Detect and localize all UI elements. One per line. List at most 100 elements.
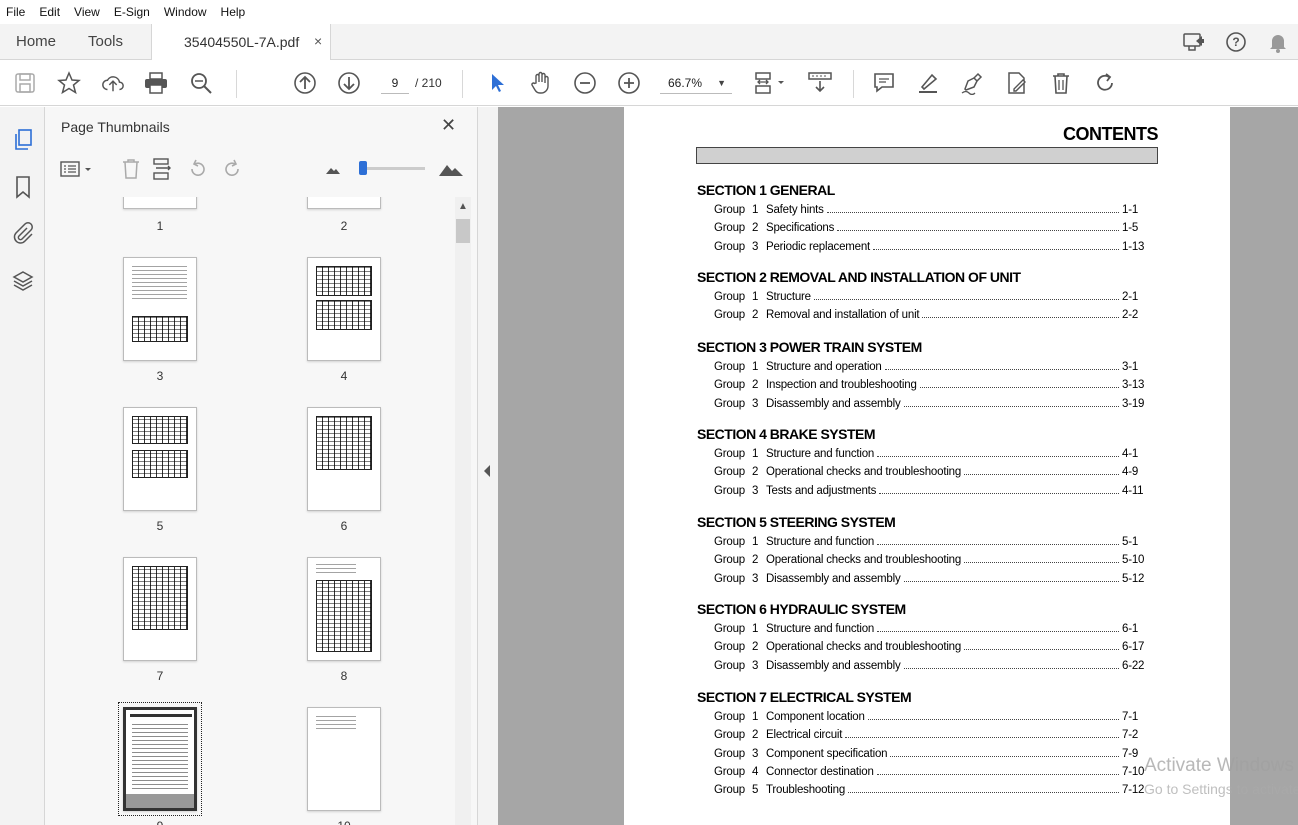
toc-entry[interactable]: Group 2 Specifications 1-5	[714, 222, 1148, 237]
thumbnail-size-slider-track[interactable]	[361, 167, 425, 170]
zoom-in-icon[interactable]	[617, 71, 641, 95]
toc-entry[interactable]: Group 2 Operational checks and troubleshoo…	[714, 641, 1148, 656]
print-icon[interactable]	[144, 71, 168, 95]
tab-tools[interactable]: Tools	[88, 33, 123, 50]
rotate-redo-icon[interactable]	[1093, 71, 1117, 95]
zoom-search-icon[interactable]	[189, 71, 213, 95]
hand-tool-icon[interactable]	[529, 71, 553, 95]
comment-icon[interactable]	[872, 71, 896, 95]
previous-page-icon[interactable]	[293, 71, 317, 95]
zoom-out-icon[interactable]	[573, 71, 597, 95]
zoom-level-select[interactable]: 66.7% ▼	[660, 72, 732, 94]
thumbnail-size-slider-handle[interactable]	[359, 161, 367, 175]
save-icon[interactable]	[13, 71, 37, 95]
thumbnail-page-7[interactable]	[123, 557, 197, 661]
toc-entry[interactable]: Group 4 Connector destination 7-10	[714, 766, 1148, 781]
attachments-paperclip-icon[interactable]	[10, 219, 36, 245]
delete-pages-icon[interactable]	[119, 157, 143, 181]
large-thumbnails-icon[interactable]	[437, 157, 465, 181]
toc-entry[interactable]: Group 3 Disassembly and assembly 6-22	[714, 660, 1148, 675]
page-thumbnails-icon[interactable]	[10, 127, 36, 153]
scroll-mode-icon[interactable]	[807, 71, 833, 95]
toc-entry[interactable]: Group 2 Electrical circuit 7-2	[714, 729, 1148, 744]
sign-pen-icon[interactable]	[960, 71, 984, 95]
activation-watermark-subtitle: Go to Settings to activate	[1144, 781, 1298, 797]
thumbnail-page-3[interactable]	[123, 257, 197, 361]
menu-esign[interactable]: E-Sign	[114, 5, 150, 19]
scrollbar-thumb[interactable]	[456, 219, 470, 243]
toc-entry[interactable]: Group 1 Structure and operation 3-1	[714, 361, 1148, 376]
toc-entry-group-number: 2	[752, 729, 759, 742]
page-fit-icon[interactable]	[752, 71, 788, 95]
toc-entry-group-word: Group	[714, 466, 745, 479]
small-thumbnails-icon[interactable]	[321, 157, 345, 181]
insert-pages-icon[interactable]	[151, 157, 175, 181]
select-cursor-icon[interactable]	[485, 71, 509, 95]
thumbnail-options-icon[interactable]	[59, 157, 95, 181]
thumbnail-label: 8	[340, 669, 348, 683]
notifications-bell-icon[interactable]	[1266, 30, 1290, 54]
toc-entry-page: 5-1	[1122, 536, 1139, 548]
menu-help[interactable]: Help	[221, 5, 246, 19]
toc-entry[interactable]: Group 3 Periodic replacement 1-13	[714, 241, 1148, 256]
thumbnail-page-8[interactable]	[307, 557, 381, 661]
toc-entry[interactable]: Group 1 Structure and function 5-1	[714, 536, 1148, 551]
toc-entry[interactable]: Group 1 Component location 7-1	[714, 711, 1148, 726]
toc-entry[interactable]: Group 1 Structure 2-1	[714, 291, 1148, 306]
thumbnail-page-10[interactable]	[307, 707, 381, 811]
upload-cloud-icon[interactable]	[101, 71, 125, 95]
edit-document-icon[interactable]	[1005, 71, 1029, 95]
toc-entry[interactable]: Group 1 Safety hints 1-1	[714, 204, 1148, 219]
delete-trash-icon[interactable]	[1049, 71, 1073, 95]
toc-entry-group-number: 2	[752, 641, 759, 654]
thumbnail-page-6[interactable]	[307, 407, 381, 511]
thumbnail-page-2[interactable]	[307, 197, 381, 209]
bookmark-star-icon[interactable]	[57, 71, 81, 95]
toc-entry-group-word: Group	[714, 554, 745, 567]
thumbnail-page-4[interactable]	[307, 257, 381, 361]
toc-entry[interactable]: Group 2 Inspection and troubleshooting 3-13	[714, 379, 1148, 394]
section-heading: SECTION 2 REMOVAL AND INSTALLATION OF UN…	[697, 269, 1021, 285]
tab-document[interactable]: 35404550L-7A.pdf ×	[151, 24, 331, 61]
toc-entry[interactable]: Group 3 Component specification 7-9	[714, 748, 1148, 763]
page-number-input[interactable]: 9	[381, 72, 409, 94]
section-heading: SECTION 7 ELECTRICAL SYSTEM	[697, 689, 912, 705]
thumbnails-scrollbar[interactable]: ▲	[455, 197, 471, 825]
rotate-left-icon[interactable]	[186, 157, 210, 181]
panel-splitter[interactable]	[478, 107, 498, 825]
toc-entry-page: 3-13	[1122, 379, 1145, 392]
menu-file[interactable]: File	[6, 5, 25, 19]
toc-entry[interactable]: Group 1 Structure and function 4-1	[714, 448, 1148, 463]
toc-entry-group-word: Group	[714, 484, 745, 497]
highlight-pen-icon[interactable]	[916, 71, 940, 95]
rotate-right-icon[interactable]	[220, 157, 244, 181]
toc-entry-group-number: 1	[752, 291, 759, 303]
tab-home[interactable]: Home	[16, 33, 56, 50]
toc-entry[interactable]: Group 3 Disassembly and assembly 5-12	[714, 573, 1148, 588]
layers-icon[interactable]	[10, 268, 36, 294]
thumbnail-page-1[interactable]	[123, 197, 197, 209]
thumbnail-page-9-selected[interactable]	[118, 702, 202, 816]
document-view[interactable]: CONTENTS SECTION 1 GENERAL Group 1 Safety h…	[498, 107, 1298, 825]
toc-entry-page: 4-1	[1122, 448, 1139, 460]
toc-entry[interactable]: Group 5 Troubleshooting 7-12	[714, 784, 1148, 799]
close-panel-icon[interactable]: ✕	[441, 115, 456, 136]
next-page-icon[interactable]	[337, 71, 361, 95]
close-tab-icon[interactable]: ×	[314, 33, 322, 49]
menu-view[interactable]: View	[74, 5, 100, 19]
toc-entry[interactable]: Group 3 Tests and adjustments 4-11	[714, 485, 1148, 500]
toc-entry[interactable]: Group 3 Disassembly and assembly 3-19	[714, 398, 1148, 413]
menu-window[interactable]: Window	[164, 5, 207, 19]
scroll-up-arrow-icon[interactable]: ▲	[458, 201, 468, 212]
toc-entry-page: 5-10	[1122, 554, 1145, 567]
menu-edit[interactable]: Edit	[39, 5, 60, 19]
bookmarks-icon[interactable]	[10, 174, 36, 200]
help-icon[interactable]: ?	[1224, 30, 1248, 54]
toc-entry[interactable]: Group 2 Operational checks and troubleshoo…	[714, 466, 1148, 481]
share-screen-icon[interactable]	[1182, 30, 1206, 54]
thumbnail-page-5[interactable]	[123, 407, 197, 511]
toc-entry[interactable]: Group 1 Structure and function 6-1	[714, 623, 1148, 638]
toc-entry[interactable]: Group 2 Operational checks and troubleshoo…	[714, 554, 1148, 569]
collapse-panel-arrow-icon[interactable]	[484, 465, 490, 477]
toc-entry[interactable]: Group 2 Removal and installation of unit 2-…	[714, 309, 1148, 324]
